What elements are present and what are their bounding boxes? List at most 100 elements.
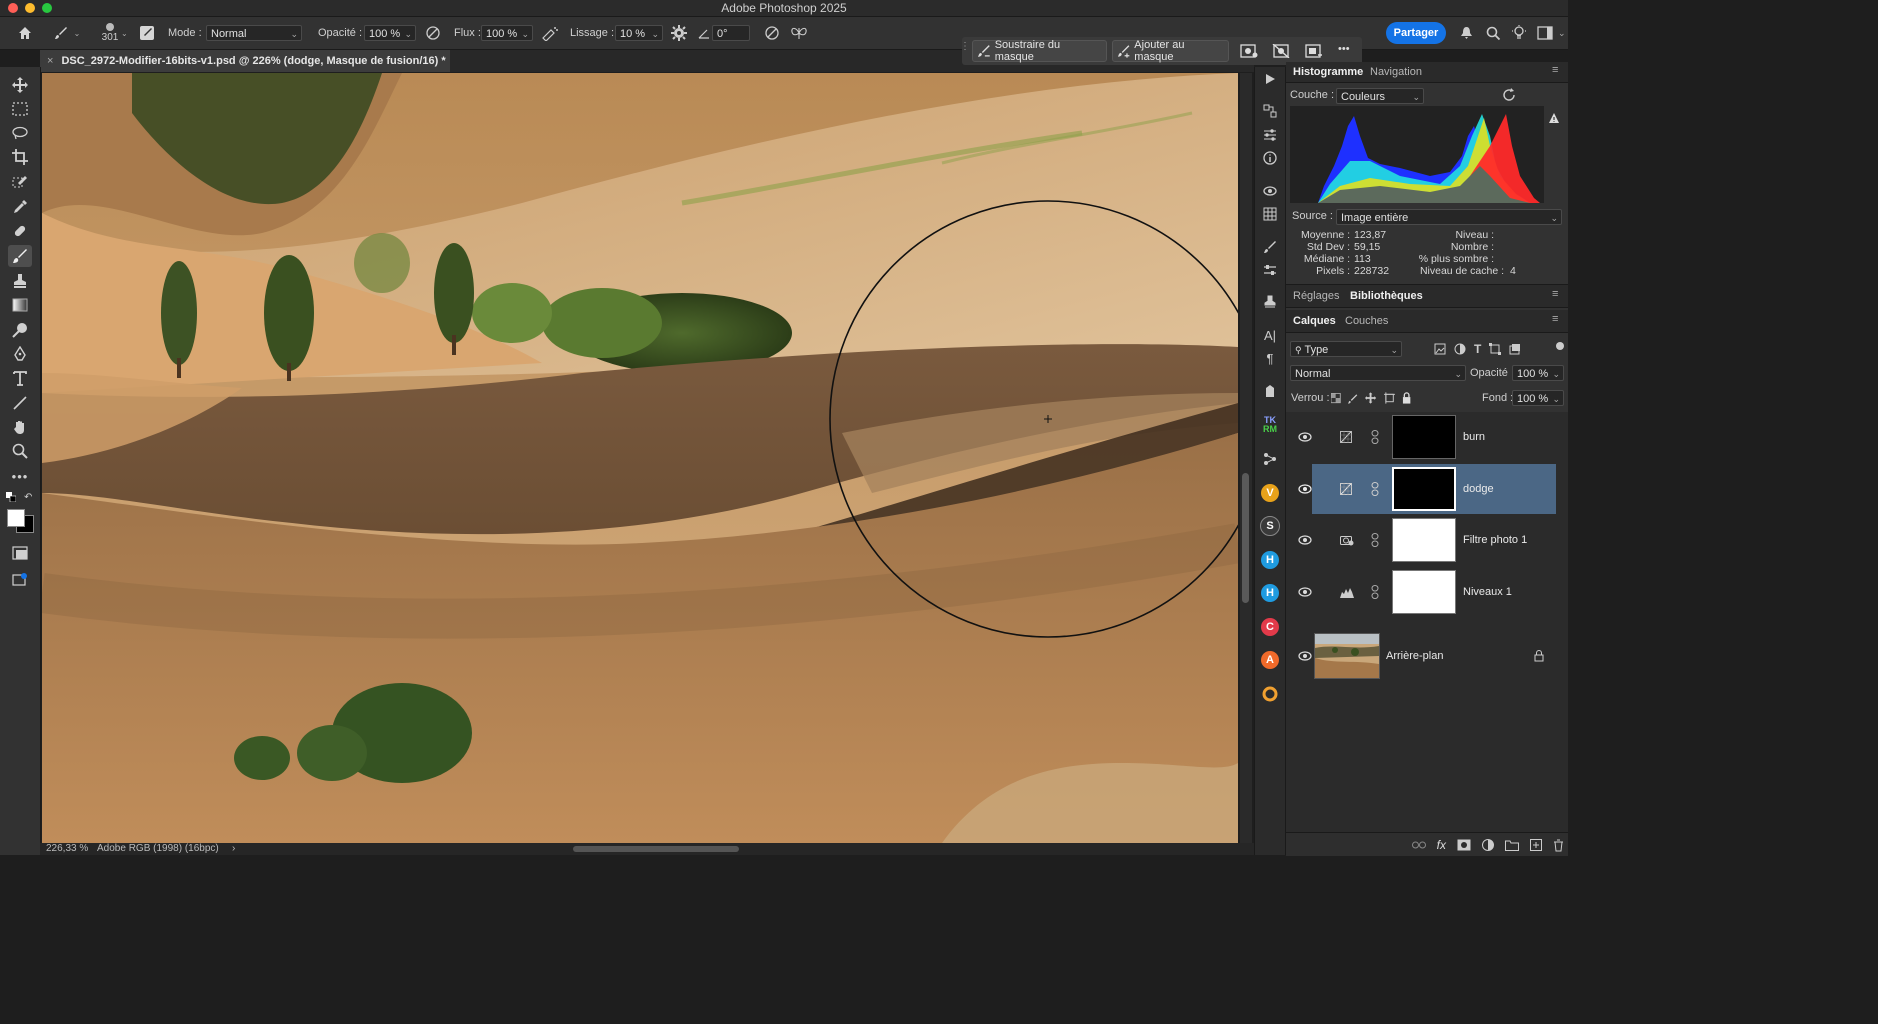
folder-icon[interactable]	[1505, 840, 1519, 851]
line-tool-icon[interactable]	[8, 392, 32, 414]
default-colors-icon[interactable]	[6, 492, 17, 503]
filter-toggle-icon[interactable]	[1556, 342, 1564, 350]
home-icon[interactable]	[14, 23, 36, 43]
filter-type-icon[interactable]: T	[1474, 342, 1481, 356]
glyph-icon[interactable]	[1259, 381, 1281, 401]
link-icon[interactable]	[1371, 533, 1379, 547]
properties-icon[interactable]	[1259, 260, 1281, 280]
fx-icon[interactable]: fx	[1437, 838, 1446, 852]
document-tab[interactable]: × DSC_2972-Modifier-16bits-v1.psd @ 226%…	[40, 50, 450, 72]
lasso-tool-icon[interactable]	[8, 122, 32, 144]
filter-shape-icon[interactable]	[1489, 343, 1502, 355]
pressure-size-icon[interactable]	[762, 24, 782, 42]
layer-mask-thumbnail[interactable]	[1392, 415, 1456, 459]
clone-source-icon[interactable]	[1259, 292, 1281, 312]
tab-layers[interactable]: Calques	[1293, 312, 1336, 330]
brush-preset-picker[interactable]: ⌄	[50, 23, 84, 43]
chevron-down-icon[interactable]: ⌄	[1558, 17, 1566, 49]
pen-tool-icon[interactable]	[8, 343, 32, 365]
chevron-down-icon[interactable]: ⌄	[121, 17, 128, 49]
more-options-icon[interactable]: •••	[1338, 43, 1350, 55]
tab-navigation[interactable]: Navigation	[1370, 63, 1422, 81]
type-tool-icon[interactable]	[8, 367, 32, 389]
paragraph-icon[interactable]: ¶	[1259, 348, 1281, 368]
filter-adjustment-icon[interactable]	[1454, 343, 1466, 355]
lock-pixels-icon[interactable]	[1348, 393, 1358, 404]
link-icon[interactable]	[1371, 430, 1379, 444]
disable-mask-icon[interactable]	[1270, 42, 1292, 60]
dodge-tool-icon[interactable]	[8, 319, 32, 341]
filter-smart-object-icon[interactable]	[1509, 343, 1521, 355]
layer-row-background[interactable]: Arrière-plan	[1298, 619, 1556, 693]
invert-mask-icon[interactable]	[1303, 42, 1325, 60]
source-select[interactable]: Image entière ⌄	[1336, 209, 1562, 225]
zoom-window-button[interactable]	[42, 3, 52, 13]
horizontal-scroll-thumb[interactable]	[573, 846, 739, 852]
bell-icon[interactable]	[1458, 23, 1474, 43]
document-canvas[interactable]	[42, 73, 1238, 843]
info-icon[interactable]	[1259, 148, 1281, 168]
brush-tool-icon[interactable]	[8, 245, 32, 267]
brush-settings-icon[interactable]	[1259, 237, 1281, 257]
link-layers-icon[interactable]	[1411, 840, 1426, 850]
layer-row-dodge[interactable]: dodge	[1298, 464, 1556, 514]
screen-mode-icon[interactable]	[8, 569, 32, 591]
play-icon[interactable]	[1259, 69, 1281, 89]
crop-tool-icon[interactable]	[8, 146, 32, 168]
healing-brush-tool-icon[interactable]	[8, 220, 32, 242]
layer-mask-thumbnail[interactable]	[1392, 518, 1456, 562]
eye-icon[interactable]	[1298, 535, 1312, 545]
layer-mask-thumbnail[interactable]	[1392, 570, 1456, 614]
panel-menu-icon[interactable]: ≡	[1552, 64, 1558, 76]
new-layer-icon[interactable]	[1530, 839, 1542, 851]
angle-input[interactable]: 0°	[712, 25, 750, 41]
refresh-icon[interactable]	[1502, 88, 1516, 105]
flow-input[interactable]: 100 % ⌄	[481, 25, 533, 41]
tab-channels[interactable]: Couches	[1345, 312, 1388, 330]
filter-pixel-icon[interactable]	[1434, 343, 1446, 355]
blend-mode-select[interactable]: Normal ⌄	[1290, 365, 1466, 381]
zoom-tool-icon[interactable]	[8, 440, 32, 462]
eyedropper-tool-icon[interactable]	[8, 196, 32, 218]
subtract-from-mask-button[interactable]: Soustraire du masque	[972, 39, 1107, 63]
quick-mask-icon[interactable]	[8, 542, 32, 564]
channel-select[interactable]: Couleurs ⌄	[1336, 88, 1424, 104]
mode-select[interactable]: Normal ⌄	[206, 25, 302, 41]
status-arrow-icon[interactable]: ›	[232, 843, 235, 855]
opacity-input[interactable]: 100 % ⌄	[364, 25, 416, 41]
vertical-scrollbar[interactable]	[1240, 73, 1252, 843]
add-to-mask-button[interactable]: Ajouter au masque	[1112, 39, 1229, 63]
history-icon[interactable]	[1259, 101, 1281, 121]
smoothing-input[interactable]: 10 % ⌄	[615, 25, 663, 41]
plugin-a-icon[interactable]: A	[1259, 650, 1281, 670]
layer-row-photo-filter[interactable]: Filtre photo 1	[1298, 515, 1556, 565]
lightbulb-icon[interactable]	[1510, 23, 1528, 43]
share-button[interactable]: Partager	[1386, 22, 1446, 44]
tab-adjustments[interactable]: Réglages	[1293, 287, 1339, 305]
layer-row-levels[interactable]: Niveaux 1	[1298, 567, 1556, 617]
swap-colors-icon[interactable]: ↶	[24, 492, 34, 503]
adjustments-sliders-icon[interactable]	[1259, 125, 1281, 145]
3d-icon[interactable]	[1259, 181, 1281, 201]
brush-size-picker[interactable]: 301	[96, 20, 124, 46]
brush-settings-panel-icon[interactable]	[138, 24, 156, 42]
minimize-window-button[interactable]	[25, 3, 35, 13]
marquee-tool-icon[interactable]	[8, 98, 32, 120]
layer-mask-thumbnail-selected[interactable]	[1392, 467, 1456, 511]
plugin-c-icon[interactable]: C	[1259, 617, 1281, 637]
lock-artboard-icon[interactable]	[1383, 392, 1395, 404]
lock-all-icon[interactable]	[1402, 392, 1411, 404]
drag-handle-icon[interactable]: ⋮	[960, 41, 970, 52]
lock-position-icon[interactable]	[1365, 392, 1377, 404]
add-mask-icon[interactable]	[1457, 839, 1471, 851]
eye-icon[interactable]	[1298, 651, 1312, 661]
warning-icon[interactable]	[1548, 112, 1560, 127]
gear-icon[interactable]	[670, 24, 688, 42]
close-tab-icon[interactable]: ×	[47, 55, 53, 67]
background-layer-thumbnail[interactable]	[1314, 633, 1380, 679]
foreground-color-swatch[interactable]	[7, 509, 25, 527]
zoom-level[interactable]: 226,33 %	[46, 843, 88, 855]
layer-row-burn[interactable]: burn	[1298, 412, 1556, 462]
link-icon[interactable]	[1371, 585, 1379, 599]
mask-settings-icon[interactable]	[1238, 42, 1260, 60]
